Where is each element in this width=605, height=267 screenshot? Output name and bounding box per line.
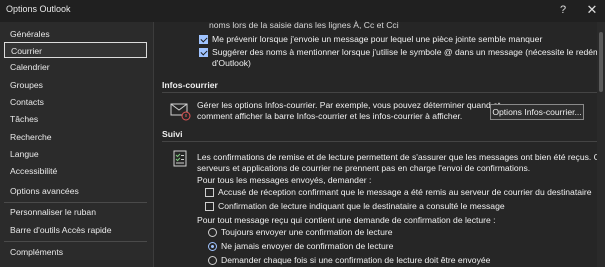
received-messages-label: Pour tout message reçu qui contient une … — [197, 215, 496, 225]
sidebar-item-langue[interactable]: Langue — [4, 146, 147, 162]
sidebar-item-recherche[interactable]: Recherche — [4, 129, 147, 145]
sidebar-item-calendrier[interactable]: Calendrier — [4, 59, 147, 75]
window-title: Options Outlook — [6, 4, 71, 14]
sidebar-item-personnaliser-ruban[interactable]: Personnaliser le ruban — [4, 204, 147, 220]
sidebar-item-accessibilite[interactable]: Accessibilité — [4, 163, 147, 179]
sidebar-item-generales[interactable]: Générales — [4, 26, 147, 42]
mail-tips-icon — [170, 101, 192, 121]
infos-courrier-heading: Infos-courrier — [162, 80, 218, 90]
tracking-icon — [172, 150, 190, 168]
ask-each-time-radio[interactable] — [208, 256, 217, 265]
never-send-label: Ne jamais envoyer de confirmation de lec… — [221, 241, 394, 251]
sidebar-item-contacts[interactable]: Contacts — [4, 94, 147, 110]
infos-courrier-desc-2: comment afficher la barre Infos-courrier… — [197, 111, 463, 121]
infos-courrier-desc-1: Gérer les options Infos-courrier. Par ex… — [197, 100, 501, 110]
close-button[interactable]: ✕ — [583, 2, 601, 18]
section-divider — [162, 141, 597, 142]
mention-suggest-label-2: d'Outlook) — [212, 58, 251, 68]
infos-courrier-options-button[interactable]: Options Infos-courrier... — [490, 104, 584, 120]
help-button[interactable]: ? — [554, 2, 572, 18]
options-sidebar: Générales Courrier Calendrier Groupes Co… — [0, 22, 154, 267]
sidebar-item-barre-acces-rapide[interactable]: Barre d'outils Accès rapide — [4, 222, 147, 238]
sidebar-item-groupes[interactable]: Groupes — [4, 77, 147, 93]
title-bar: Options Outlook ? ✕ — [0, 0, 605, 22]
attachment-warning-label: Me prévenir lorsque j'envoie un message … — [212, 34, 543, 44]
always-send-label: Toujours envoyer une confirmation de lec… — [221, 227, 393, 237]
suivi-desc-1: Les confirmations de remise et de lectur… — [197, 152, 605, 162]
sidebar-item-complements[interactable]: Compléments — [4, 244, 147, 260]
read-receipt-label: Confirmation de lecture indiquant que le… — [218, 201, 505, 211]
attachment-warning-checkbox[interactable] — [199, 35, 208, 44]
courrier-options-pane: noms lors de la saisie dans les lignes À… — [154, 20, 605, 267]
delivery-receipt-label: Accusé de réception confirmant que le me… — [218, 187, 592, 197]
mention-suggest-label-1: Suggérer des noms à mentionner lorsque j… — [212, 47, 605, 57]
read-receipt-checkbox[interactable] — [205, 202, 214, 211]
suivi-desc-2: serveurs et applications de courrier ne … — [197, 163, 531, 173]
suivi-heading: Suivi — [162, 129, 183, 139]
always-send-radio[interactable] — [208, 228, 217, 237]
sent-messages-label: Pour tous les messages envoyés, demander… — [197, 175, 372, 185]
sidebar-divider — [4, 241, 147, 242]
mention-suggest-checkbox[interactable] — [199, 48, 208, 57]
scrollbar-thumb[interactable] — [599, 32, 603, 92]
delivery-receipt-checkbox[interactable] — [205, 188, 214, 197]
sidebar-item-taches[interactable]: Tâches — [4, 111, 147, 127]
never-send-radio[interactable] — [208, 242, 217, 251]
content-scrollbar[interactable] — [597, 22, 605, 267]
section-divider — [162, 92, 597, 93]
sidebar-item-courrier[interactable]: Courrier — [4, 42, 147, 58]
sidebar-item-options-avancees[interactable]: Options avancées — [4, 183, 147, 199]
cut-option-text: noms lors de la saisie dans les lignes À… — [209, 20, 399, 30]
sidebar-divider — [4, 202, 147, 203]
ask-each-time-label: Demander chaque fois si une confirmation… — [221, 255, 491, 265]
